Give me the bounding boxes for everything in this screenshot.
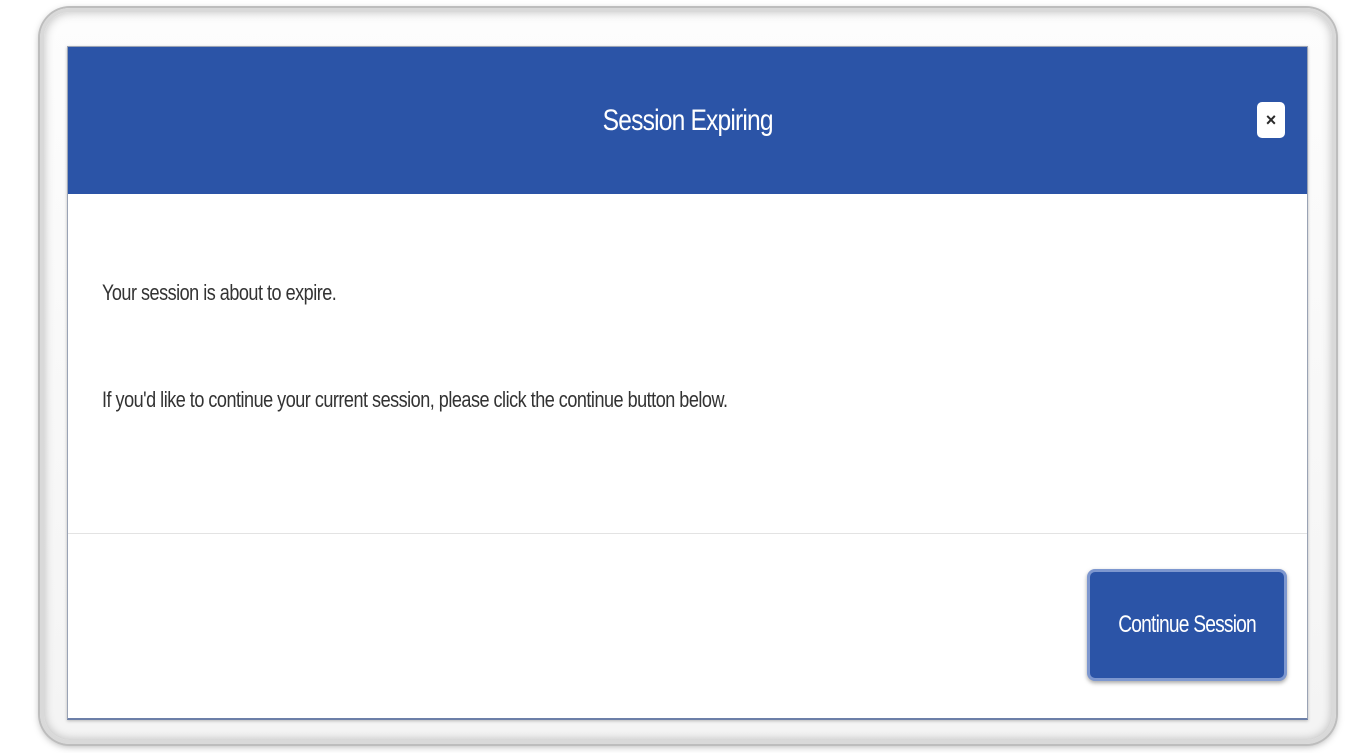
continue-instruction-message: If you'd like to continue your current s… [102,387,728,412]
dialog-header: Session Expiring × [68,47,1307,194]
dialog-body: Your session is about to expire. If you'… [68,194,1307,534]
session-expire-message: Your session is about to expire. [102,280,337,305]
continue-session-label: Continue Session [1118,611,1257,638]
dialog-title: Session Expiring [602,103,773,137]
session-expiring-dialog: Session Expiring × Your session is about… [67,46,1308,720]
continue-session-button[interactable]: Continue Session [1087,569,1287,681]
close-button[interactable]: × [1257,102,1285,138]
dialog-footer: Continue Session [68,534,1307,719]
close-icon: × [1265,110,1277,130]
